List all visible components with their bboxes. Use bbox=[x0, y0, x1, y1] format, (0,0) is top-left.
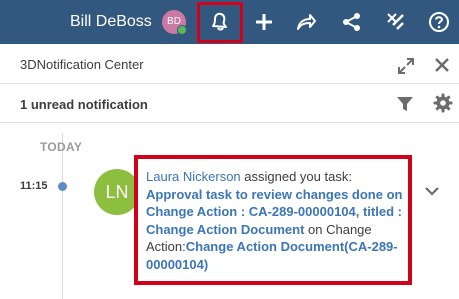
bell-highlight-box bbox=[197, 2, 243, 43]
user-name[interactable]: Bill DeBoss bbox=[70, 13, 152, 31]
top-bar: Bill DeBoss BD bbox=[0, 0, 459, 44]
close-icon[interactable] bbox=[431, 54, 453, 76]
section-label: TODAY bbox=[40, 140, 83, 154]
chevron-down-icon[interactable] bbox=[421, 180, 443, 202]
share-icon[interactable] bbox=[292, 8, 320, 36]
online-status-badge bbox=[177, 25, 187, 35]
plus-icon[interactable] bbox=[250, 8, 278, 36]
help-icon[interactable] bbox=[425, 8, 453, 36]
unread-dot bbox=[58, 182, 67, 191]
expand-icon[interactable] bbox=[395, 55, 417, 77]
network-icon[interactable] bbox=[338, 8, 366, 36]
notification-message[interactable]: Laura Nickerson assigned you task: Appro… bbox=[146, 168, 408, 273]
panel-title: 3DNotification Center bbox=[20, 57, 144, 72]
toolbar-divider bbox=[0, 122, 459, 123]
unread-count: 1 unread notification bbox=[20, 97, 148, 112]
sender-name-link[interactable]: Laura Nickerson bbox=[146, 169, 241, 184]
tools-icon[interactable] bbox=[382, 8, 410, 36]
gear-icon[interactable] bbox=[432, 92, 454, 114]
notification-time: 11:15 bbox=[20, 180, 48, 192]
filter-icon[interactable] bbox=[394, 93, 416, 115]
header-divider bbox=[0, 83, 459, 84]
timeline-line bbox=[62, 133, 63, 299]
action-text: assigned you task: bbox=[240, 169, 352, 184]
